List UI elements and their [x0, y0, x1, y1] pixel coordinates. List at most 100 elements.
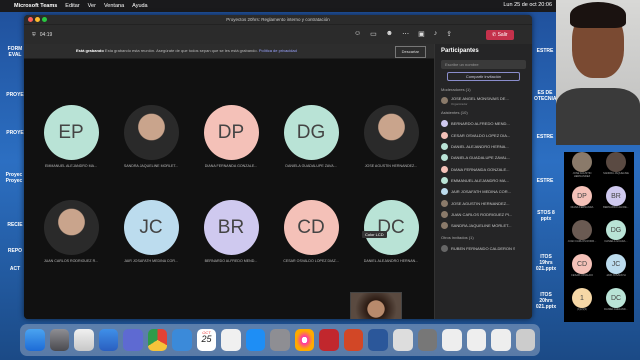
participant-tile[interactable]: JOSE AGUSTIN HERNANDEZ...: [352, 105, 430, 175]
document-thumbnail-icon[interactable]: [417, 329, 438, 351]
avatar-photo: [363, 105, 419, 160]
share-screen-icon[interactable]: ⇪: [446, 30, 452, 38]
menu-ayuda[interactable]: Ayuda: [132, 3, 148, 9]
participant-name: BERNARDO ALFREDO MEND...: [451, 121, 510, 127]
preview-icon[interactable]: [392, 329, 413, 351]
list-item[interactable]: CESAR OSVALDO LOPEZ DIA...: [441, 130, 526, 141]
mini-name: JOSE AGUSTIN HERNANDEZ: [572, 172, 592, 178]
list-item[interactable]: RUBEN FERNANDO CALDERON S...: [441, 243, 526, 254]
app-store-icon[interactable]: [245, 329, 266, 351]
mini-tile[interactable]: DG DANIELA GUADA...: [600, 220, 632, 256]
avatar: [441, 199, 448, 207]
participant-tile[interactable]: DG DANIELA GUADALUPE ZAVA...: [272, 105, 350, 175]
self-view-video[interactable]: [350, 292, 402, 319]
siri-icon[interactable]: [49, 329, 70, 351]
menu-editar[interactable]: Editar: [65, 3, 79, 9]
word-icon[interactable]: [368, 329, 388, 351]
system-preferences-icon[interactable]: [270, 329, 290, 351]
meeting-toolbar: ⛨ 04:19 ☺ ▭ ☻ ⋯ ▣ ♪ ⇪ ✆ Salir: [24, 24, 532, 44]
close-window-icon[interactable]: [28, 17, 33, 22]
mini-tile[interactable]: BR BERNARDO ALFRE...: [600, 186, 632, 222]
mini-tile[interactable]: JOSE AGUSTIN HERNANDEZ: [566, 152, 598, 188]
participant-tile[interactable]: CD CESAR OSVALDO LOPEZ DIAZ...: [272, 200, 350, 270]
list-item[interactable]: DIANA FERNANDA GONZALE...: [441, 163, 526, 174]
trash-icon[interactable]: [515, 329, 536, 351]
desktop-file-label[interactable]: ITOS 19hrs 021.pptx: [534, 254, 558, 272]
calendar-icon[interactable]: OCT 25: [196, 329, 217, 351]
minimize-window-icon[interactable]: [35, 17, 40, 22]
menu-ver[interactable]: Ver: [88, 3, 96, 9]
desktop-file-label[interactable]: FORM EVAL: [4, 46, 26, 58]
photos-icon[interactable]: [294, 329, 315, 351]
document-thumbnail-icon[interactable]: [491, 329, 511, 351]
mini-name: DIANA FERNANDA: [570, 206, 594, 209]
powerpoint-icon[interactable]: [343, 329, 364, 351]
leave-button[interactable]: ✆ Salir: [486, 30, 514, 40]
participant-tile[interactable]: EP EMMANUEL ALEJANDRO MA...: [32, 105, 110, 175]
participant-tile[interactable]: BR BERNARDO ALFREDO MEND...: [192, 200, 270, 270]
list-item[interactable]: SANDRA JAQUELINE MORLET...: [441, 220, 526, 231]
mini-tile[interactable]: DC DANIEL ALEJAND...: [600, 288, 632, 324]
menu-ventana[interactable]: Ventana: [104, 3, 124, 9]
participant-tile[interactable]: JC JAIR JOSAFATH MEDINA COR...: [112, 200, 190, 270]
zoom-window-icon[interactable]: [42, 17, 47, 22]
desktop-file-label[interactable]: ES DE OTECNIA: [534, 90, 557, 102]
desktop-file-label[interactable]: ITOS 20hrs 021.pptx: [534, 292, 558, 310]
desktop-file-label[interactable]: Proyec Proyec: [2, 172, 26, 184]
document-thumbnail-icon[interactable]: [442, 329, 462, 351]
zoom-icon[interactable]: [172, 329, 192, 351]
privacy-policy-link[interactable]: Política de privacidad: [259, 48, 297, 53]
desktop-file-label[interactable]: REPO: [4, 248, 26, 254]
mini-tile[interactable]: DP DIANA FERNANDA: [566, 186, 598, 222]
desktop-file-label[interactable]: ACT: [4, 266, 26, 272]
desktop-file-label[interactable]: PROYE: [4, 92, 26, 98]
chat-icon[interactable]: ▭: [370, 30, 377, 38]
participant-tile[interactable]: DP DIANA FERNANDA GONZALE...: [192, 105, 270, 175]
attendees-header[interactable]: Asistentes (10): [441, 110, 526, 115]
participant-name: SANDRA JAQUELINE MORLET...: [451, 223, 512, 229]
desktop-file-label[interactable]: RECIE: [4, 222, 26, 228]
mini-tile[interactable]: CD CESAR OSVALDO: [566, 254, 598, 290]
reactions-icon[interactable]: ☻: [386, 30, 393, 38]
share-invitation-button[interactable]: Compartir invitación: [447, 72, 520, 81]
search-input[interactable]: Escribe un nombre: [441, 60, 526, 69]
list-item[interactable]: BERNARDO ALFREDO MEND...: [441, 118, 526, 129]
list-item[interactable]: EMMANUEL ALEJANDRO MA...: [441, 175, 526, 186]
list-item[interactable]: JOSE AGUSTIN HERNANDEZ...: [441, 197, 526, 208]
acrobat-icon[interactable]: [319, 329, 339, 351]
moderators-header[interactable]: Moderadores (1): [441, 87, 526, 92]
desktop-file-label[interactable]: PROYE: [4, 130, 26, 136]
mini-tile[interactable]: JUAN CARLOS RODR...: [566, 220, 598, 256]
mini-tile[interactable]: JC JAIR JOSAFATH: [600, 254, 632, 290]
list-item[interactable]: DANIELA GUADALUPE ZAVAL...: [441, 152, 526, 163]
safari-icon[interactable]: [98, 329, 119, 351]
list-item[interactable]: JOSE ANGEL MONSIVAIS DE... Organizador: [441, 95, 526, 106]
microphone-icon[interactable]: ♪: [434, 30, 438, 38]
desktop-file-label[interactable]: ESTRE: [534, 134, 556, 140]
mini-tile[interactable]: SANDRA JAQUELINE: [600, 152, 632, 188]
dismiss-button[interactable]: Descartar: [394, 46, 426, 58]
document-thumbnail-icon[interactable]: [466, 329, 487, 351]
participant-tile[interactable]: SANDRA JAQUELINE MORLET...: [112, 105, 190, 175]
more-options-icon[interactable]: ⋯: [402, 30, 409, 38]
notes-icon[interactable]: [221, 329, 241, 351]
camera-icon[interactable]: ▣: [418, 30, 425, 38]
desktop-file-label[interactable]: STOS 8 pptx: [534, 210, 558, 222]
mini-tile[interactable]: 1 (1)(2)(3): [566, 288, 598, 324]
menu-app-name[interactable]: Microsoft Teams: [14, 3, 57, 9]
participant-tile[interactable]: JUAN CARLOS RODRIGUEZ R...: [32, 200, 110, 270]
list-item[interactable]: DANIEL ALEJANDRO HERNA...: [441, 141, 526, 152]
panel-title: Participantes: [441, 48, 479, 54]
menu-clock[interactable]: Lun 25 de oct 20:06: [503, 2, 552, 8]
list-item[interactable]: JUAN CARLOS RODRIGUEZ PI...: [441, 209, 526, 220]
finder-icon[interactable]: [25, 329, 45, 351]
others-header[interactable]: Otros invitados (1): [441, 235, 526, 240]
launchpad-icon[interactable]: [74, 329, 94, 351]
tooltip: Color LCD: [362, 231, 387, 238]
desktop-file-label[interactable]: ESTRE: [534, 178, 556, 184]
teams-icon[interactable]: [123, 329, 143, 351]
desktop-file-label[interactable]: ESTRE: [534, 48, 556, 54]
list-item[interactable]: JAIR JOSAFATH MEDINA COR...: [441, 186, 526, 197]
chrome-icon[interactable]: [147, 329, 168, 351]
participants-icon[interactable]: ☺: [354, 30, 361, 38]
